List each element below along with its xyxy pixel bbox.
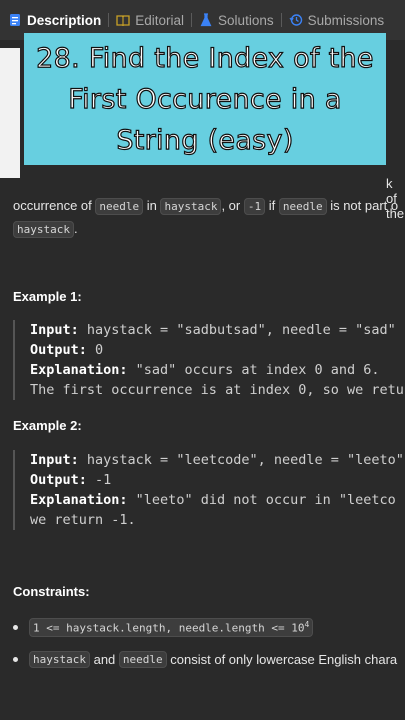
input-label: Input: <box>30 322 79 338</box>
input-value: haystack = "leetcode", needle = "leeto" <box>78 452 404 468</box>
inline-code: needle <box>95 198 144 215</box>
text-fragment: in <box>143 198 161 213</box>
inline-code: needle <box>118 651 167 668</box>
banner-title: 28. Find the Index of the First Occurenc… <box>36 42 375 156</box>
text-fragment: occurrence of <box>13 198 96 213</box>
inline-code: -1 <box>243 198 266 215</box>
text-fragment: and <box>89 652 119 667</box>
background-panel <box>0 48 20 178</box>
example-1-block: Input: haystack = "sadbutsad", needle = … <box>13 320 405 400</box>
flask-icon <box>199 13 213 27</box>
book-icon <box>116 13 130 27</box>
tab-divider <box>108 13 110 27</box>
output-label: Output: <box>30 342 87 358</box>
bullet-icon <box>13 657 18 662</box>
tab-editorial[interactable]: Editorial <box>116 13 184 28</box>
problem-description: occurrence of needle in haystack, or -1 … <box>13 195 405 241</box>
constraint-item: haystack and needle consist of only lowe… <box>13 651 405 668</box>
example-2-block: Input: haystack = "leetcode", needle = "… <box>13 450 405 530</box>
output-label: Output: <box>30 472 87 488</box>
constraint-code: 1 <= haystack.length, needle.length <= 1… <box>33 621 305 635</box>
example-2-heading: Example 2: <box>13 418 82 433</box>
explanation-value: "sad" occurs at index 0 and 6. <box>127 362 380 378</box>
text-fragment: if <box>265 198 279 213</box>
output-value: -1 <box>86 472 112 488</box>
text-fragment: consist of only lowercase English chara <box>166 652 398 667</box>
inline-code: haystack <box>29 651 90 668</box>
inline-code: 1 <= haystack.length, needle.length <= 1… <box>29 618 314 637</box>
tab-description[interactable]: Description <box>8 13 101 28</box>
text-fragment: , or <box>221 198 244 213</box>
exponent: 4 <box>304 620 310 629</box>
explanation-label: Explanation: <box>30 362 128 378</box>
example-1-heading: Example 1: <box>13 289 82 304</box>
text-fragment: . <box>73 221 78 236</box>
inline-code: needle <box>278 198 327 215</box>
tab-solutions[interactable]: Solutions <box>199 13 274 28</box>
inline-code: haystack <box>160 198 222 215</box>
output-value: 0 <box>86 342 104 358</box>
input-value: haystack = "sadbutsad", needle = "sad" <box>78 322 396 338</box>
tab-label: Editorial <box>135 12 185 28</box>
inline-code: haystack <box>13 221 74 238</box>
tab-divider <box>280 13 282 27</box>
explanation-line: we return -1. <box>30 512 136 528</box>
explanation-line: The first occurrence is at index 0, so w… <box>30 382 404 398</box>
document-icon <box>8 13 22 27</box>
history-icon <box>289 13 303 27</box>
constraints-heading: Constraints: <box>13 584 90 599</box>
tab-label: Submissions <box>307 12 385 28</box>
explanation-value: "leeto" did not occur in "leetco <box>127 492 396 508</box>
tab-submissions[interactable]: Submissions <box>289 12 385 28</box>
tab-label: Solutions <box>218 12 274 28</box>
text-fragment: is not part o <box>326 198 399 213</box>
explanation-label: Explanation: <box>30 492 128 508</box>
tab-divider <box>191 13 193 27</box>
title-banner: 28. Find the Index of the First Occurenc… <box>24 33 386 165</box>
input-label: Input: <box>30 452 79 468</box>
tab-label: Description <box>27 12 102 28</box>
bullet-icon <box>13 624 18 630</box>
constraint-item: 1 <= haystack.length, needle.length <= 1… <box>13 618 405 637</box>
